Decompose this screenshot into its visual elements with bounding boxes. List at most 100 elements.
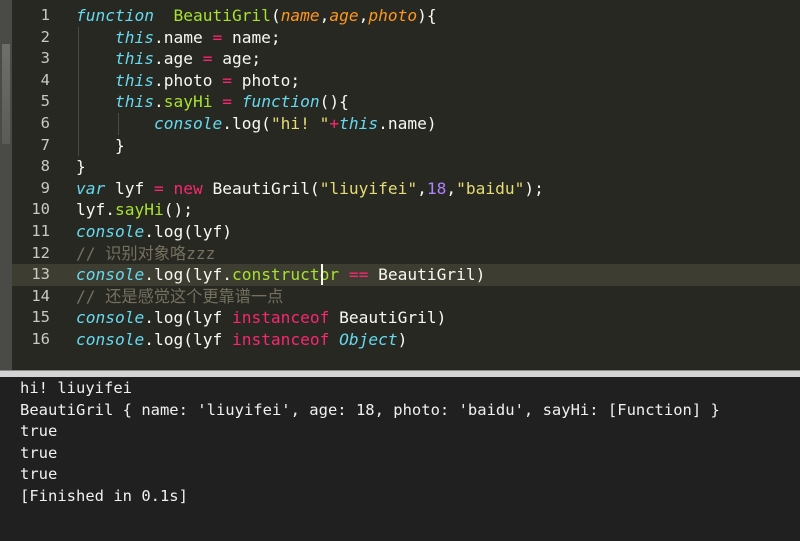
code-line[interactable]: 7 } [12,135,800,157]
indent-guide [78,134,79,157]
code-token: console [76,265,145,285]
code-token: = [202,49,213,69]
code-token: .log(lyf [144,308,232,328]
code-line[interactable]: 10 lyf.sayHi(); [12,199,800,221]
code-token: , [417,178,427,198]
line-number: 12 [31,243,50,262]
sidebar-strip[interactable] [0,0,12,370]
code-token: .name [153,27,213,47]
code-text: var lyf = new BeautiGril("liuyifei",18,"… [76,178,544,200]
code-token: this [114,70,154,90]
code-text: this.photo = photo; [76,70,300,92]
code-token: sayHi [114,200,164,220]
build-output-panel: hi! liuyifei BeautiGril { name: 'liuyifei… [0,377,800,541]
line-number: 7 [40,135,50,154]
code-text: lyf.sayHi(); [76,199,193,221]
line-number: 3 [40,49,50,68]
code-token: function [241,92,320,112]
code-token: ) [397,330,408,349]
code-line[interactable]: 11 console.log(lyf) [12,221,800,243]
console-output-line: BeautiGril { name: 'liuyifei', age: 18, … [20,400,720,419]
code-line[interactable]: 8} [12,156,800,178]
code-token: // 还是感觉这个更靠谱一点 [76,286,284,306]
line-number: 4 [40,70,50,89]
code-line[interactable]: 13 console.log(lyf.constructor == BeautiG… [12,264,800,286]
code-text: console.log(lyf) [76,221,232,243]
code-token: age [329,6,359,25]
code-token: , [319,6,330,25]
code-token: lyf. [76,200,115,220]
code-token: .age [153,49,203,69]
code-line[interactable]: 9 var lyf = new BeautiGril("liuyifei",18,… [12,178,800,200]
code-text: // 识别对象咯zzz [76,243,215,265]
code-line[interactable]: 15 console.log(lyf instanceof BeautiGril) [12,307,800,329]
code-line[interactable]: 6 console.log("hi! "+this.name) [12,113,800,135]
line-number: 9 [40,178,50,197]
code-line[interactable]: 4 this.photo = photo; [12,70,800,92]
code-text: this.sayHi = function(){ [76,91,349,113]
code-text: function BeautiGril(name,age,photo){ [76,5,437,27]
code-token: , [358,6,369,25]
console-output-line: true [20,422,58,440]
line-number: 2 [40,27,50,46]
code-text: console.log(lyf instanceof BeautiGril) [76,307,446,329]
code-token: .log(lyf [144,330,232,349]
code-token: console [76,308,145,328]
code-token: name; [222,27,281,47]
code-token: ( [270,6,281,25]
text-cursor [321,264,323,286]
code-token: new [173,178,203,198]
indent-guide [78,113,79,135]
line-number: 5 [40,92,50,111]
code-token: var [76,178,106,198]
code-token: .log(lyf. [144,265,232,285]
indent-guide [78,48,79,70]
code-line[interactable]: 3 this.age = age; [12,48,800,70]
line-number: 14 [31,286,50,305]
code-text: console.log(lyf.constructor == BeautiGri… [76,264,485,286]
code-line[interactable]: 5 this.sayHi = function(){ [12,91,800,113]
code-token: BeautiGril( [202,178,320,198]
line-number: 11 [31,222,50,240]
code-token: BeautiGril) [329,308,447,328]
line-number: 8 [40,157,50,176]
console-output-line: hi! liuyifei [20,379,132,397]
code-token: .photo [153,70,223,90]
code-token: .name) [378,114,437,133]
code-token: .log(lyf) [144,222,232,241]
code-token: this [114,27,154,47]
code-token: (){ [319,92,349,112]
code-text: } [76,156,86,178]
panel-divider[interactable] [0,370,800,377]
line-number: 13 [31,265,50,284]
code-line[interactable]: 16 console.log(lyf instanceof Object) [12,329,800,351]
code-token: , [446,178,457,198]
code-line[interactable]: 1 function BeautiGril(name,age,photo){ [12,5,800,27]
code-line[interactable]: 2 this.name = name; [12,27,800,49]
code-token: console [76,330,145,349]
code-token: // 识别对象咯zzz [76,243,216,263]
code-token: ); [524,178,544,198]
code-line[interactable]: 12 // 识别对象咯zzz [12,243,800,265]
code-token: = [222,92,232,112]
code-editor[interactable]: 1 function BeautiGril(name,age,photo){2 t… [12,0,800,370]
indent-guide [78,69,79,92]
sidebar-tab-handle[interactable] [2,44,10,144]
code-line[interactable]: 14 // 还是感觉这个更靠谱一点 [12,286,800,308]
code-token: constructor [231,265,340,285]
code-token: "baidu" [456,178,525,198]
code-token: BeautiGril) [368,265,486,285]
line-number: 16 [31,330,50,348]
line-number: 6 [40,114,50,132]
code-token: (); [163,200,193,220]
code-text: this.name = name; [76,27,281,49]
code-token: console [76,222,145,241]
code-text: this.age = age; [76,48,261,70]
